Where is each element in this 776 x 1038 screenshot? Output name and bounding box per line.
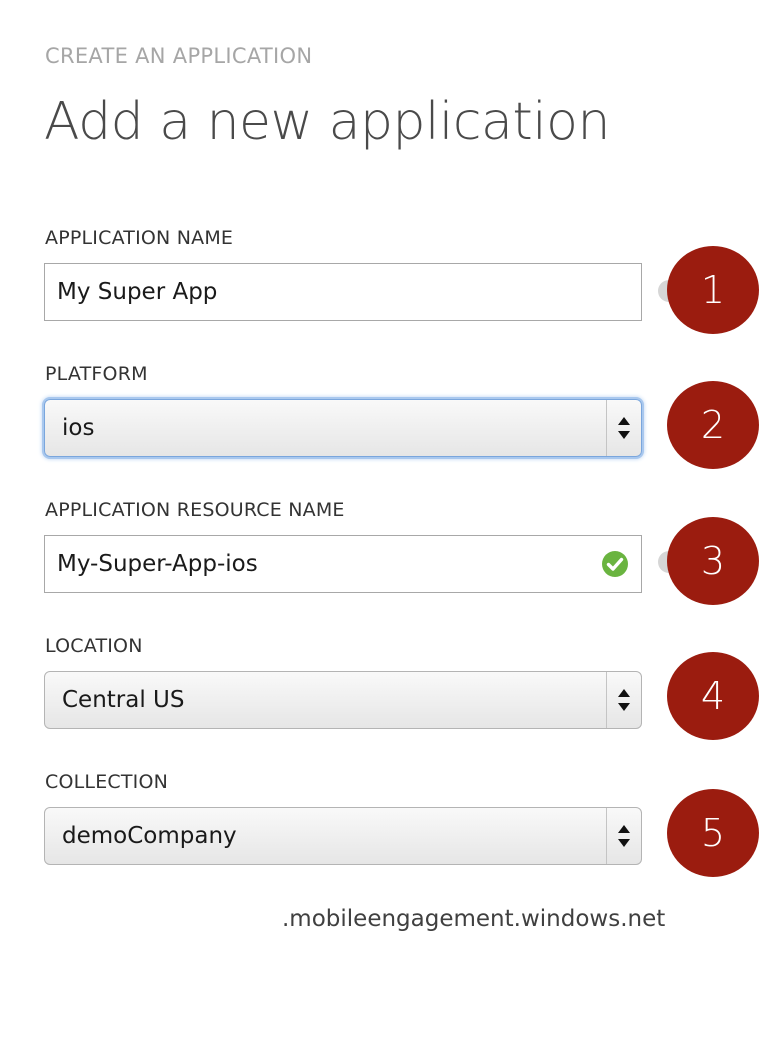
page-overline: CREATE AN APPLICATION xyxy=(45,44,313,68)
platform-select[interactable]: ios xyxy=(44,399,642,457)
step-badge-2: 2 xyxy=(667,381,759,469)
resource-name-input[interactable]: My-Super-App-ios xyxy=(44,535,642,593)
platform-select-value: ios xyxy=(62,415,95,441)
collection-select-value: demoCompany xyxy=(62,823,237,849)
collection-select[interactable]: demoCompany xyxy=(44,807,642,865)
select-divider xyxy=(606,808,607,864)
location-label: LOCATION xyxy=(45,635,143,657)
resource-name-value: My-Super-App-ios xyxy=(57,551,258,577)
location-select[interactable]: Central US xyxy=(44,671,642,729)
page-title: Add a new application xyxy=(44,92,610,152)
app-name-input[interactable]: My Super App xyxy=(44,263,642,321)
select-arrows-icon xyxy=(618,417,630,439)
check-circle-icon xyxy=(602,551,628,577)
app-name-label: APPLICATION NAME xyxy=(45,227,234,249)
location-select-value: Central US xyxy=(62,687,185,713)
step-badge-4: 4 xyxy=(667,652,759,740)
platform-label: PLATFORM xyxy=(45,363,148,385)
domain-suffix: .mobileengagement.windows.net xyxy=(282,906,666,932)
collection-label: COLLECTION xyxy=(45,771,169,793)
select-arrows-icon xyxy=(618,825,630,847)
select-divider xyxy=(606,400,607,456)
select-divider xyxy=(606,672,607,728)
step-badge-1: 1 xyxy=(667,246,759,334)
step-badge-3: 3 xyxy=(667,517,759,605)
select-arrows-icon xyxy=(618,689,630,711)
step-badge-5: 5 xyxy=(667,789,759,877)
resource-name-label: APPLICATION RESOURCE NAME xyxy=(45,499,345,521)
